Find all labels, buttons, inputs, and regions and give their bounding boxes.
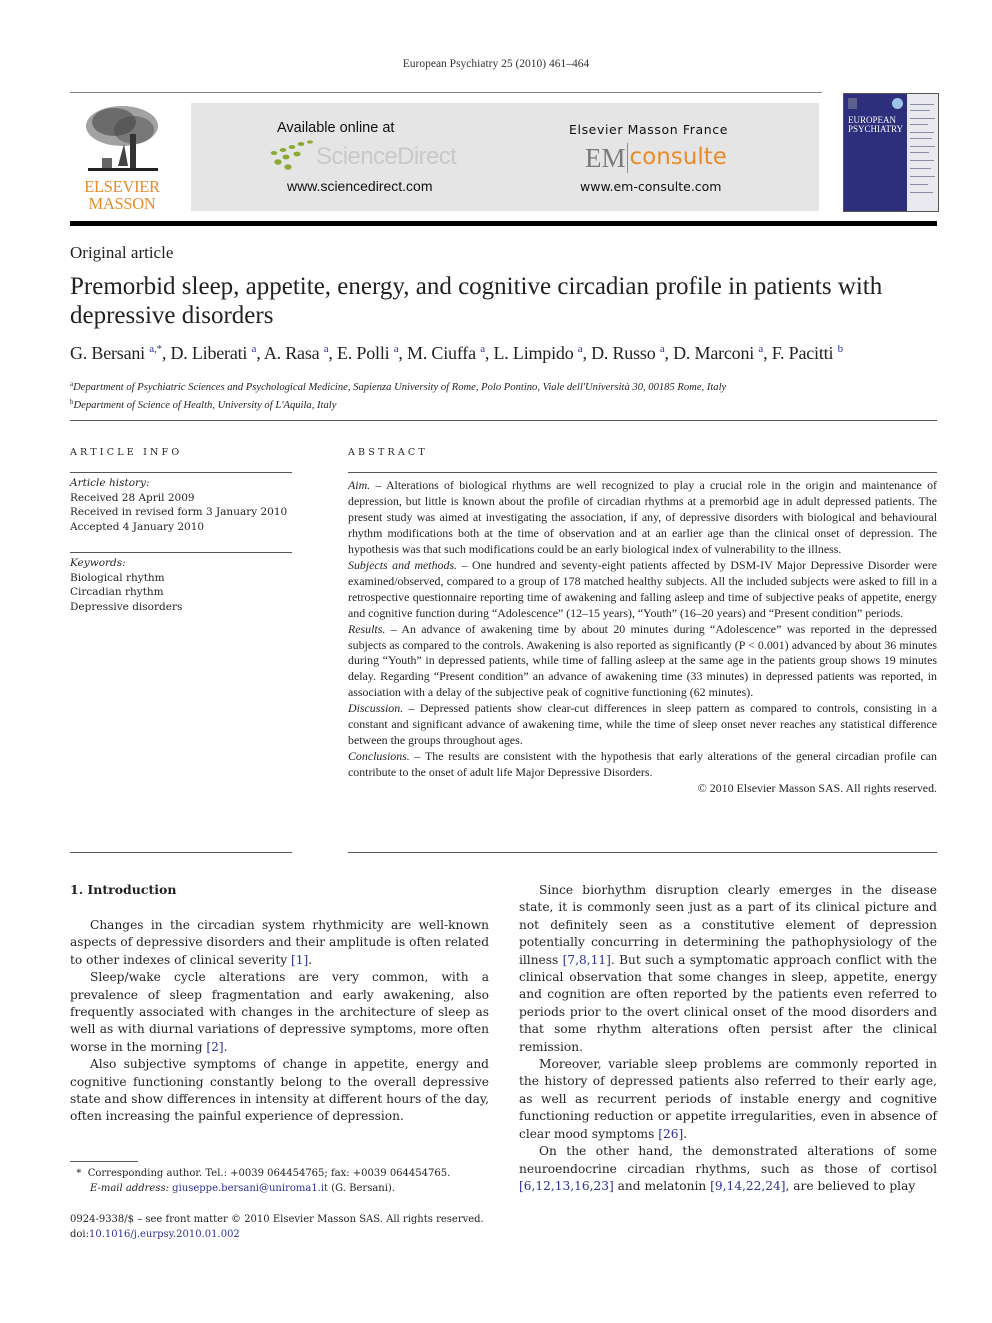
abstract-aim: Aim. – Alterations of biological rhythms… [348,478,937,556]
abstract-body: Aim. – Alterations of biological rhythms… [348,478,937,797]
author[interactable]: M. Ciuffa a [407,343,485,363]
journal-cover-thumbnail[interactable]: EUROPEAN PSYCHIATRY [843,93,939,212]
email-link[interactable]: giuseppe.bersani@uniroma1.it [172,1183,328,1194]
author[interactable]: E. Polli a [337,343,399,363]
publisher-banner: Available online at ScienceDirect www.sc… [191,103,819,211]
cover-badge-icon [892,98,903,109]
elsevier-masson-logo[interactable]: ELSEVIER MASSON [70,100,174,214]
keywords-rule [70,552,292,553]
footnote: * Corresponding author. Tel.: +0039 0644… [70,1166,500,1196]
affiliation-b: bDepartment of Science of Health, Univer… [70,398,337,411]
history-revised: Received in revised form 3 January 2010 [70,506,288,518]
article-info-bottom-rule [70,852,292,853]
em-publisher-title: Elsevier Masson France [569,122,729,137]
paragraph: Also subjective symptoms of change in ap… [70,1057,489,1124]
citation-link[interactable]: [26] [658,1127,683,1141]
keyword: Circadian rhythm [70,586,164,598]
header-rule [70,92,822,93]
section-heading-introduction: 1. Introduction [70,882,177,897]
author[interactable]: A. Rasa a [264,343,329,363]
journal-reference: European Psychiatry 25 (2010) 461–464 [402,58,590,70]
doi-line: doi:10.1016/j.eurpsy.2010.01.002 [70,1229,240,1240]
author[interactable]: L. Limpido a [494,343,583,363]
em-consulte-link[interactable]: www.em-consulte.com [580,179,722,194]
author[interactable]: D. Liberati a [170,343,256,363]
elsevier-word: ELSEVIER [84,177,160,196]
citation-link[interactable]: [6,12,13,16,23] [519,1179,614,1193]
abstract-rule [348,472,937,473]
keywords-label: Keywords: [70,557,126,569]
author-list: G. Bersani a,*, D. Liberati a, A. Rasa a… [70,343,843,363]
em-logo-em: EM [585,143,626,173]
citation-link[interactable]: [1] [291,953,308,967]
article-title: Premorbid sleep, appetite, energy, and c… [70,273,883,329]
affiliation-a: aDepartment of Psychiatric Sciences and … [70,380,727,393]
email-line: E-mail address: giuseppe.bersani@uniroma… [90,1183,396,1194]
elsevier-tree-icon [86,106,158,171]
citation-link[interactable]: [9,14,22,24] [710,1179,785,1193]
abstract-copyright: © 2010 Elsevier Masson SAS. All rights r… [697,781,937,796]
keyword: Depressive disorders [70,600,183,613]
paragraph: Moreover, variable sleep problems are co… [519,1057,937,1141]
author[interactable]: F. Pacitti b [772,343,843,363]
affiliations: aDepartment of Psychiatric Sciences and … [70,377,940,413]
author-affiliation-marker[interactable]: a [324,343,329,355]
paragraph: Since biorhythm disruption clearly emerg… [519,883,937,1054]
cover-title: EUROPEAN PSYCHIATRY [848,116,903,134]
author[interactable]: G. Bersani a,* [70,343,162,363]
front-matter: 0924-9338/$ – see front matter © 2010 El… [70,1212,510,1242]
cover-publisher-mark [848,98,857,109]
history-accepted: Accepted 4 January 2010 [70,520,205,533]
paragraph: Changes in the circadian system rhythmic… [70,918,489,967]
author-affiliation-marker[interactable]: a,* [149,343,162,355]
header-thick-rule [70,221,937,226]
history-label: Article history: [70,477,150,489]
body-left-column: Changes in the circadian system rhythmic… [70,917,489,1126]
article-info-heading: ARTICLE INFO [70,447,183,458]
author[interactable]: D. Russo a [591,343,665,363]
em-logo-divider [626,143,628,173]
article-type: Original article [70,243,174,262]
author[interactable]: D. Marconi a [673,343,763,363]
abstract-heading: ABSTRACT [348,447,428,458]
author-affiliation-marker[interactable]: b [838,343,844,355]
abstract-methods: Subjects and methods. – One hundred and … [348,557,938,620]
paragraph: Sleep/wake cycle alterations are very co… [70,970,489,1054]
citation-link[interactable]: [2] [206,1040,223,1054]
em-consulte-logo: EM consulte [585,143,727,175]
em-logo-consulte: consulte [629,144,727,170]
paragraph: On the other hand, the demonstrated alte… [519,1144,937,1193]
issn-line: 0924-9338/$ – see front matter © 2010 El… [70,1214,484,1225]
citation-link[interactable]: [7,8,11] [563,953,611,967]
corresponding-author-note: * Corresponding author. Tel.: +0039 0644… [76,1168,451,1179]
abstract-conclusions: Conclusions. – The results are consisten… [348,749,937,780]
keyword: Biological rhythm [70,571,165,584]
sciencedirect-link[interactable]: www.sciencedirect.com [287,178,433,194]
cover-contents-strip [907,94,938,211]
cover-title-line2: PSYCHIATRY [848,124,904,134]
footnote-rule [70,1161,138,1162]
author-affiliation-marker[interactable]: a [758,343,763,355]
history-received: Received 28 April 2009 [70,491,195,504]
title-divider [70,420,937,421]
author-affiliation-marker[interactable]: a [578,343,583,355]
author-affiliation-marker[interactable]: a [480,343,485,355]
author-affiliation-marker[interactable]: a [252,343,257,355]
available-online-label: Available online at [277,120,395,136]
abstract-bottom-rule [348,852,937,853]
author-affiliation-marker[interactable]: a [660,343,665,355]
masson-word: MASSON [88,194,156,213]
doi-link[interactable]: 10.1016/j.eurpsy.2010.01.002 [89,1229,240,1240]
abstract-discussion: Discussion. – Depressed patients show cl… [348,701,937,748]
sciencedirect-brand: ScienceDirect [316,143,457,170]
article-info-rule [70,472,292,473]
body-right-column: Since biorhythm disruption clearly emerg… [519,882,937,1195]
article-history: Article history: Received 28 April 2009 … [70,476,300,534]
author-affiliation-marker[interactable]: a [394,343,399,355]
sciencedirect-dots-icon [270,140,313,170]
abstract-results: Results. – An advance of awakening time … [348,621,937,700]
keywords: Keywords: Biological rhythm Circadian rh… [70,556,300,614]
